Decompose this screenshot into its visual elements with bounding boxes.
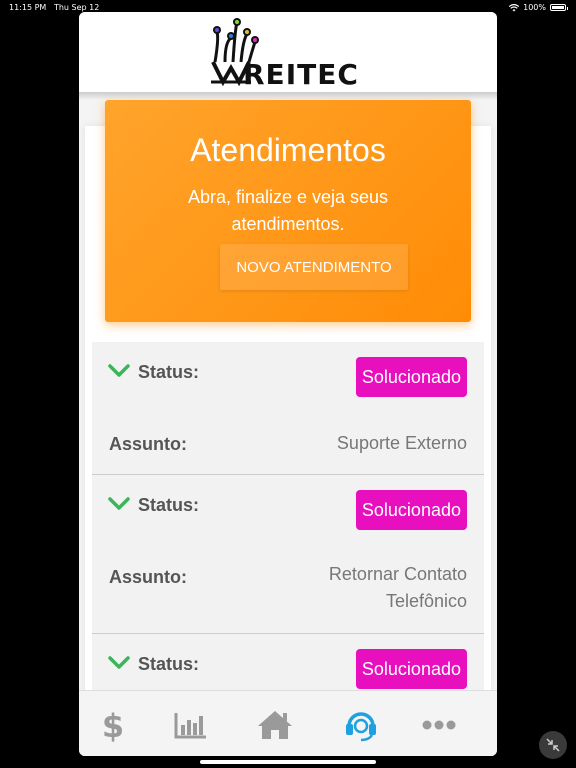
more-icon: [422, 720, 456, 730]
home-icon: [258, 711, 292, 739]
battery-percent: 100%: [523, 3, 546, 12]
subject-value: Suporte Externo: [336, 433, 467, 453]
status-badge: Solucionado: [355, 357, 467, 397]
tab-more[interactable]: [419, 707, 459, 743]
status-badge: Solucionado: [355, 649, 467, 689]
status-time: 11:15 PM Thu Sep 12: [9, 3, 99, 12]
scroll-shade: [79, 92, 497, 100]
hero-card: Atendimentos Abra, finalize e veja seus …: [105, 100, 471, 322]
status-label: Status:: [138, 362, 200, 382]
ticket-item[interactable]: Status: Solucionado Assunto: Retornar Co…: [92, 475, 484, 634]
subject-value: Retornar Contato Telefônico: [328, 564, 467, 611]
chevron-down-icon[interactable]: [108, 364, 130, 378]
tab-support[interactable]: [341, 707, 381, 743]
status-right: 100%: [509, 3, 568, 12]
status-badge: Solucionado: [355, 490, 467, 530]
app-window: REITEC Atendimentos Abra, finalize e vej…: [79, 12, 497, 756]
content-scroll[interactable]: Atendimentos Abra, finalize e veja seus …: [79, 92, 497, 704]
page-title: Atendimentos: [190, 132, 386, 168]
svg-text:$: $: [102, 708, 124, 742]
collapse-arrows-icon: [546, 738, 560, 752]
time-text: 11:15 PM: [9, 3, 47, 12]
collapse-icon[interactable]: [539, 731, 567, 759]
status-label: Status:: [138, 495, 200, 515]
tab-finance[interactable]: $: [93, 707, 133, 743]
app-header: REITEC: [79, 12, 497, 93]
chevron-down-icon[interactable]: [108, 656, 130, 670]
tab-home[interactable]: [255, 707, 295, 743]
ticket-item[interactable]: Status: Solucionado Assunto: Suporte Ext…: [92, 342, 484, 475]
subject-label: Assunto:: [109, 567, 187, 587]
chevron-down-icon[interactable]: [108, 497, 130, 511]
tab-bar: $: [79, 690, 497, 756]
bar-chart-icon: [174, 713, 206, 739]
battery-icon: [550, 4, 568, 11]
tab-reports[interactable]: [171, 707, 211, 743]
subject-label: Assunto:: [109, 434, 187, 454]
date-text: Thu Sep 12: [53, 3, 100, 12]
headset-icon: [346, 712, 376, 742]
logo-text: REITEC: [243, 58, 359, 91]
new-ticket-button[interactable]: NOVO ATENDIMENTO: [220, 244, 408, 290]
logo: REITEC: [209, 18, 379, 91]
hero-subtitle: Abra, finalize e veja seus atendimentos.: [187, 187, 389, 234]
status-label: Status:: [138, 654, 200, 674]
home-indicator[interactable]: [200, 760, 376, 764]
dollar-icon: $: [102, 708, 124, 742]
wifi-icon: [509, 3, 520, 11]
